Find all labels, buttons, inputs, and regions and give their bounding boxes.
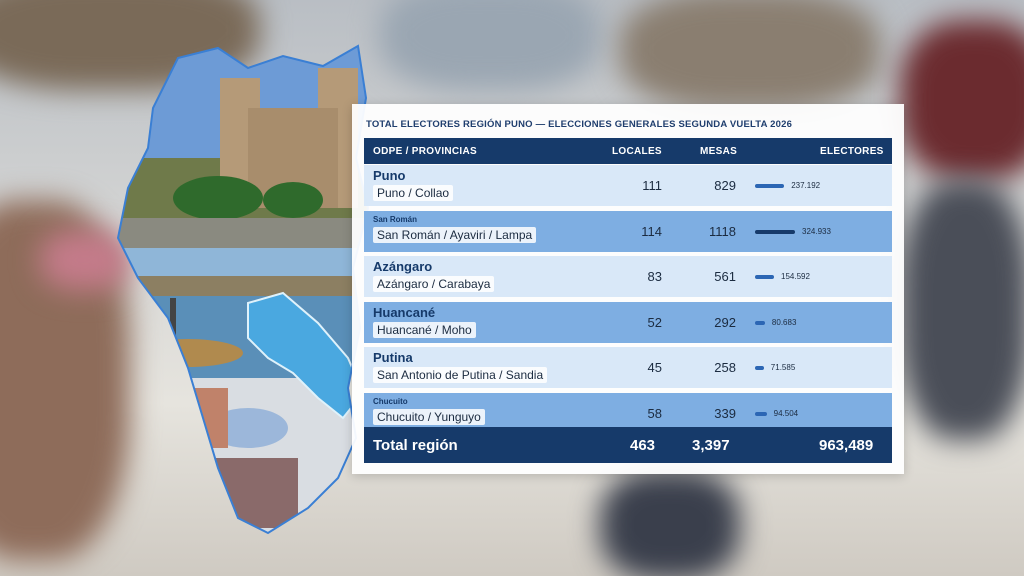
total-label: Total región — [373, 437, 458, 454]
odpe-name: Chucuito — [373, 396, 408, 406]
electores-value: 80.683 — [771, 317, 797, 327]
electores-value: 94.504 — [773, 408, 799, 418]
electores-bar — [755, 229, 795, 234]
total-mesas: 3,397 — [692, 437, 730, 454]
total-electores: 963,489 — [819, 437, 874, 454]
locales-value: 83 — [647, 269, 662, 284]
electores-value: 324.933 — [802, 226, 831, 236]
header-locales: LOCALES — [612, 146, 662, 157]
table-row: Azángaro Azángaro / Carabaya 83 561 154.592 — [364, 256, 892, 297]
mesas-value: 258 — [714, 360, 736, 375]
mesas-value: 561 — [714, 269, 736, 284]
electores-bar — [755, 411, 767, 416]
header-mesas: MESAS — [700, 146, 738, 157]
provinces-label: Azángaro / Carabaya — [373, 276, 495, 292]
odpe-name: Puno — [373, 168, 406, 183]
electores-value: 71.585 — [770, 363, 796, 372]
electores-bar — [755, 320, 765, 325]
electores-bar — [755, 184, 785, 188]
provinces-label: Chucuito / Yunguyo — [373, 408, 485, 425]
locales-value: 111 — [642, 178, 662, 193]
table-row: San Román San Román / Ayaviri / Lampa 114 1… — [364, 210, 892, 252]
electors-table-panel: TOTAL ELECTORES REGIÓN PUNO — ELECCIONES… — [352, 104, 904, 474]
locales-value: 58 — [647, 405, 662, 421]
mesas-value: 829 — [714, 178, 736, 193]
locales-value: 114 — [641, 223, 662, 239]
odpe-name: San Román — [373, 214, 418, 224]
table-row: Putina San Antonio de Putina / Sandia 45 25… — [364, 347, 892, 388]
provinces-label: San Román / Ayaviri / Lampa — [373, 226, 537, 243]
total-locales: 463 — [630, 437, 656, 454]
mesas-value: 292 — [714, 314, 736, 330]
provinces-label: Huancané / Moho — [373, 321, 476, 338]
provinces-label: Puno / Collao — [373, 185, 454, 201]
provinces-label: San Antonio de Putina / Sandia — [373, 367, 548, 383]
electores-bar — [755, 275, 775, 279]
locales-value: 52 — [647, 314, 662, 330]
table-header: ODPE / PROVINCIAS LOCALES MESAS ELECTORE… — [364, 138, 892, 164]
odpe-name: Azángaro — [373, 259, 433, 274]
mesas-value: 1118 — [709, 223, 736, 239]
header-odpe: ODPE / PROVINCIAS — [373, 146, 478, 157]
panel-title: TOTAL ELECTORES REGIÓN PUNO — ELECCIONES… — [366, 119, 793, 130]
mesas-value: 339 — [714, 405, 736, 421]
odpe-name: Huancané — [373, 304, 436, 320]
header-electores: ELECTORES — [820, 146, 884, 157]
electores-value: 237.192 — [791, 181, 821, 190]
electores-bar — [755, 366, 764, 370]
total-row: Total región 463 3,397 963,489 — [364, 427, 892, 463]
table-row: Huancané Huancané / Moho 52 292 80.683 — [364, 301, 892, 343]
odpe-name: Putina — [373, 350, 413, 365]
table-row: Puno Puno / Collao 111 829 237.192 — [364, 165, 892, 206]
puno-region-map — [108, 38, 370, 538]
locales-value: 45 — [647, 360, 662, 375]
electores-value: 154.592 — [781, 272, 810, 281]
